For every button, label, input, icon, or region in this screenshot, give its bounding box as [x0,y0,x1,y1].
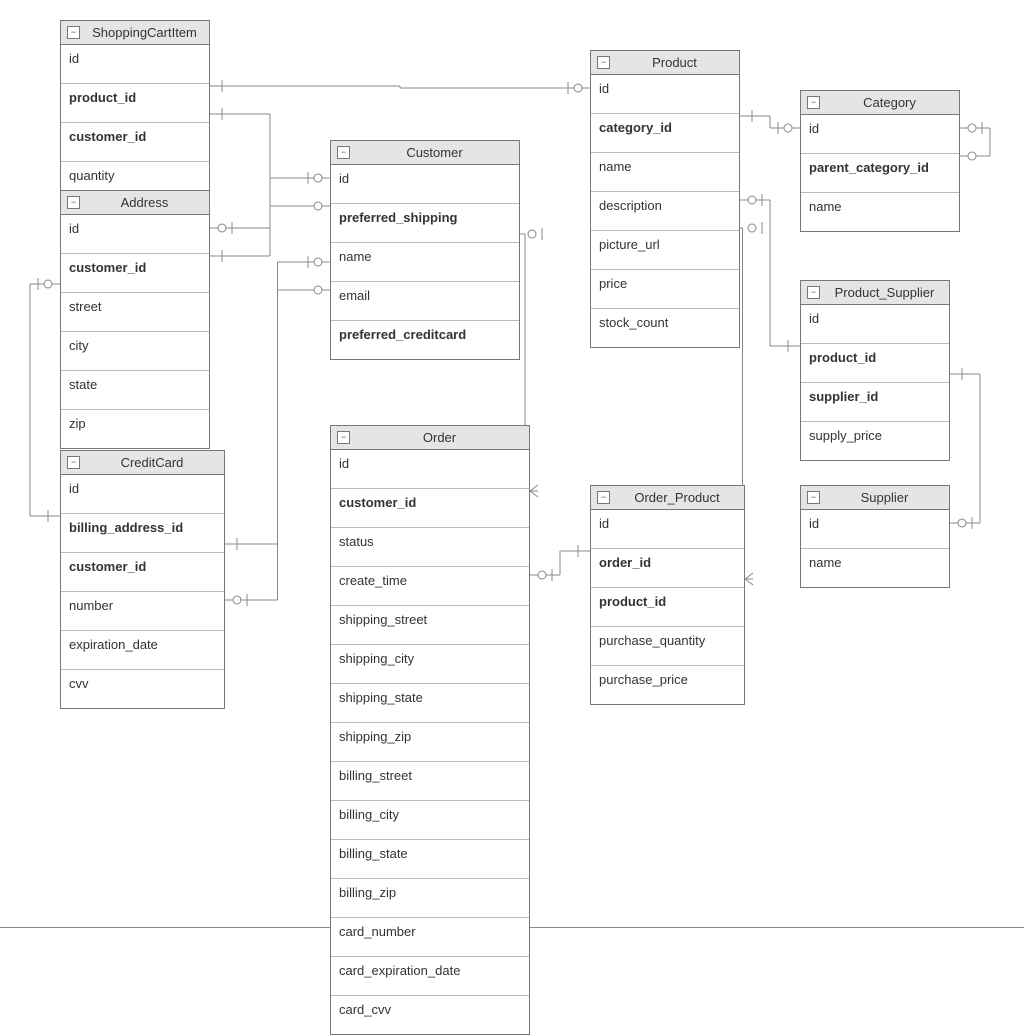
entity-title: Order_Product [616,490,738,505]
field-preferred_creditcard[interactable]: preferred_creditcard [331,321,519,359]
field-stock_count[interactable]: stock_count [591,309,739,347]
entity-title: Category [826,95,953,110]
field-number[interactable]: number [61,592,224,631]
field-id[interactable]: id [61,45,209,84]
field-billing_address_id[interactable]: billing_address_id [61,514,224,553]
field-id[interactable]: id [331,165,519,204]
collapse-icon[interactable]: − [807,96,820,109]
field-billing_state[interactable]: billing_state [331,840,529,879]
collapse-icon[interactable]: − [67,196,80,209]
entity-header[interactable]: −CreditCard [61,451,224,475]
field-description[interactable]: description [591,192,739,231]
entity-shopping_cart_item[interactable]: −ShoppingCartItemidproduct_idcustomer_id… [60,20,210,201]
field-shipping_state[interactable]: shipping_state [331,684,529,723]
field-id[interactable]: id [801,510,949,549]
entity-header[interactable]: −Product_Supplier [801,281,949,305]
erd-canvas: −ShoppingCartItemidproduct_idcustomer_id… [0,0,1024,930]
collapse-icon[interactable]: − [337,146,350,159]
field-state[interactable]: state [61,371,209,410]
field-expiration_date[interactable]: expiration_date [61,631,224,670]
field-name[interactable]: name [801,549,949,587]
field-cvv[interactable]: cvv [61,670,224,708]
field-id[interactable]: id [331,450,529,489]
field-name[interactable]: name [801,193,959,231]
field-id[interactable]: id [801,115,959,154]
entity-order[interactable]: −Orderidcustomer_idstatuscreate_timeship… [330,425,530,1035]
field-supply_price[interactable]: supply_price [801,422,949,460]
field-picture_url[interactable]: picture_url [591,231,739,270]
field-name[interactable]: name [331,243,519,282]
field-create_time[interactable]: create_time [331,567,529,606]
field-billing_zip[interactable]: billing_zip [331,879,529,918]
entity-title: Order [356,430,523,445]
entity-product[interactable]: −Productidcategory_idnamedescriptionpict… [590,50,740,348]
field-id[interactable]: id [61,475,224,514]
entity-header[interactable]: −Order_Product [591,486,744,510]
entity-customer[interactable]: −Customeridpreferred_shippingnameemailpr… [330,140,520,360]
field-customer_id[interactable]: customer_id [61,123,209,162]
field-order_id[interactable]: order_id [591,549,744,588]
field-purchase_quantity[interactable]: purchase_quantity [591,627,744,666]
entity-order_product[interactable]: −Order_Productidorder_idproduct_idpurcha… [590,485,745,705]
field-id[interactable]: id [591,510,744,549]
entity-title: Product_Supplier [826,285,943,300]
entity-title: Supplier [826,490,943,505]
entity-credit_card[interactable]: −CreditCardidbilling_address_idcustomer_… [60,450,225,709]
field-product_id[interactable]: product_id [61,84,209,123]
collapse-icon[interactable]: − [337,431,350,444]
entity-header[interactable]: −Customer [331,141,519,165]
field-shipping_street[interactable]: shipping_street [331,606,529,645]
field-street[interactable]: street [61,293,209,332]
collapse-icon[interactable]: − [67,26,80,39]
entity-title: Product [616,55,733,70]
field-zip[interactable]: zip [61,410,209,448]
field-card_number[interactable]: card_number [331,918,529,957]
entity-header[interactable]: −Address [61,191,209,215]
collapse-icon[interactable]: − [597,56,610,69]
entity-header[interactable]: −Category [801,91,959,115]
field-supplier_id[interactable]: supplier_id [801,383,949,422]
entity-title: ShoppingCartItem [86,25,203,40]
entity-title: CreditCard [86,455,218,470]
entity-title: Customer [356,145,513,160]
entity-category[interactable]: −Categoryidparent_category_idname [800,90,960,232]
collapse-icon[interactable]: − [597,491,610,504]
collapse-icon[interactable]: − [807,286,820,299]
field-purchase_price[interactable]: purchase_price [591,666,744,704]
field-price[interactable]: price [591,270,739,309]
entity-header[interactable]: −Product [591,51,739,75]
field-billing_street[interactable]: billing_street [331,762,529,801]
field-status[interactable]: status [331,528,529,567]
entity-header[interactable]: −Supplier [801,486,949,510]
field-customer_id[interactable]: customer_id [61,254,209,293]
field-category_id[interactable]: category_id [591,114,739,153]
field-id[interactable]: id [61,215,209,254]
collapse-icon[interactable]: − [807,491,820,504]
field-customer_id[interactable]: customer_id [331,489,529,528]
entity-header[interactable]: −Order [331,426,529,450]
field-id[interactable]: id [591,75,739,114]
field-customer_id[interactable]: customer_id [61,553,224,592]
field-name[interactable]: name [591,153,739,192]
field-preferred_shipping[interactable]: preferred_shipping [331,204,519,243]
field-card_cvv[interactable]: card_cvv [331,996,529,1034]
field-city[interactable]: city [61,332,209,371]
field-parent_category_id[interactable]: parent_category_id [801,154,959,193]
entity-header[interactable]: −ShoppingCartItem [61,21,209,45]
field-product_id[interactable]: product_id [591,588,744,627]
field-shipping_city[interactable]: shipping_city [331,645,529,684]
field-shipping_zip[interactable]: shipping_zip [331,723,529,762]
field-product_id[interactable]: product_id [801,344,949,383]
entity-address[interactable]: −Addressidcustomer_idstreetcitystatezip [60,190,210,449]
collapse-icon[interactable]: − [67,456,80,469]
entity-product_supplier[interactable]: −Product_Supplieridproduct_idsupplier_id… [800,280,950,461]
field-card_expiration_date[interactable]: card_expiration_date [331,957,529,996]
field-email[interactable]: email [331,282,519,321]
entity-supplier[interactable]: −Supplieridname [800,485,950,588]
entity-title: Address [86,195,203,210]
field-billing_city[interactable]: billing_city [331,801,529,840]
field-id[interactable]: id [801,305,949,344]
